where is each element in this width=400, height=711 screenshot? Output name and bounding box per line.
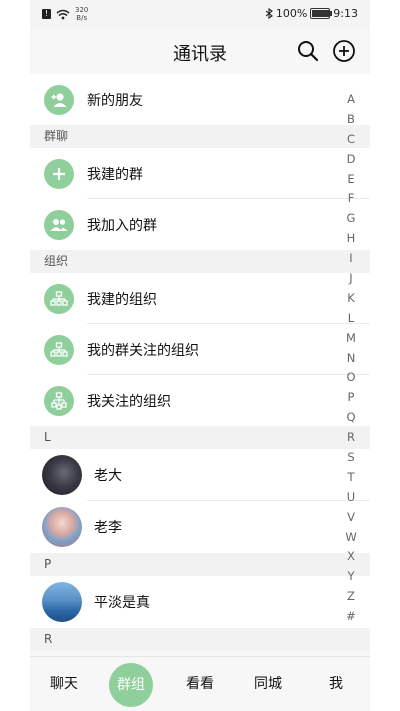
org-chart-icon (44, 283, 74, 314)
index-letter[interactable]: Y (344, 567, 358, 587)
index-letter[interactable]: S (344, 448, 358, 468)
notification-icon: ! (42, 9, 51, 19)
avatar (42, 455, 82, 495)
contact-name: 平淡是真 (94, 595, 150, 611)
index-letter[interactable]: N (344, 349, 358, 369)
bluetooth-icon (265, 8, 273, 19)
section-header-organization: 组织 (30, 250, 370, 273)
avatar (42, 507, 82, 547)
clock: 9:13 (333, 7, 358, 20)
network-speed-value: 320 (75, 6, 89, 14)
section-header-l: L (30, 426, 370, 449)
followed-orgs-label: 我关注的组织 (87, 393, 171, 410)
contact-item[interactable]: 平淡是真 (30, 576, 370, 628)
new-friends-label: 新的朋友 (87, 92, 143, 109)
joined-groups-label: 我加入的群 (87, 217, 157, 234)
index-letter[interactable]: L (344, 309, 358, 329)
tab-groups-label: 群组 (109, 663, 153, 707)
network-speed-unit: B/s (76, 14, 88, 22)
status-bar: ! 320 B/s 100% 9:13 (30, 0, 370, 28)
group-people-icon (44, 209, 74, 240)
followed-orgs-item[interactable]: 我关注的组织 (30, 375, 370, 426)
index-letter[interactable]: I (344, 249, 358, 269)
index-letter[interactable]: Q (344, 408, 358, 428)
index-letter[interactable]: E (344, 170, 358, 190)
index-letter[interactable]: M (344, 329, 358, 349)
index-letter[interactable]: C (344, 130, 358, 150)
contact-list: 新的朋友 群聊 我建的群 我加入的群 组织 我建的组织 我的群关注的组织 我关注… (30, 74, 370, 651)
index-letter[interactable]: R (344, 428, 358, 448)
section-header-p: P (30, 553, 370, 576)
contacts-screen: ! 320 B/s 100% 9:13 通讯录 新的朋友 群聊 我建的群 我加入… (30, 0, 370, 711)
index-letter[interactable]: T (344, 468, 358, 488)
my-created-orgs-label: 我建的组织 (87, 291, 157, 308)
tab-chat-label: 聊天 (50, 676, 78, 692)
section-header-r: R (30, 628, 370, 651)
contact-item[interactable]: 老大 (30, 449, 370, 501)
search-icon[interactable] (296, 39, 320, 63)
tab-discover[interactable]: 看看 (166, 657, 234, 711)
org-chart-icon (44, 385, 74, 416)
tab-me[interactable]: 我 (302, 657, 370, 711)
index-letter[interactable]: A (344, 90, 358, 110)
joined-groups-item[interactable]: 我加入的群 (30, 199, 370, 250)
my-created-orgs-item[interactable]: 我建的组织 (30, 273, 370, 324)
index-letter[interactable]: G (344, 209, 358, 229)
tab-nearby-label: 同城 (254, 676, 282, 692)
index-letter[interactable]: # (344, 607, 358, 627)
plus-circle-icon[interactable] (332, 39, 356, 63)
org-chart-icon (44, 334, 74, 365)
tab-groups[interactable]: 群组 (98, 657, 166, 711)
battery-percent: 100% (275, 7, 308, 20)
network-speed: 320 B/s (75, 6, 88, 22)
bottom-tab-bar: 聊天 群组 看看 同城 我 (30, 656, 370, 711)
index-letter[interactable]: F (344, 189, 358, 209)
tab-chat[interactable]: 聊天 (30, 657, 98, 711)
contact-name: 老大 (94, 468, 122, 484)
index-letter[interactable]: Z (344, 587, 358, 607)
index-letter[interactable]: J (344, 269, 358, 289)
alphabet-index-bar[interactable]: A B C D E F G H I J K L M N O P Q R S T U V W X Y Z # (344, 90, 358, 627)
tab-nearby[interactable]: 同城 (234, 657, 302, 711)
my-created-groups-item[interactable]: 我建的群 (30, 148, 370, 199)
contact-item[interactable]: 老李 (30, 501, 370, 553)
wifi-icon (56, 9, 70, 19)
index-letter[interactable]: P (344, 388, 358, 408)
index-letter[interactable]: D (344, 150, 358, 170)
contact-name: 老李 (94, 520, 122, 536)
plus-icon (44, 158, 74, 189)
index-letter[interactable]: V (344, 508, 358, 528)
group-followed-orgs-label: 我的群关注的组织 (87, 342, 199, 359)
index-letter[interactable]: X (344, 547, 358, 567)
index-letter[interactable]: U (344, 488, 358, 508)
new-friends-item[interactable]: 新的朋友 (30, 74, 370, 125)
battery-fill (312, 10, 331, 17)
battery-icon (310, 8, 333, 19)
index-letter[interactable]: B (344, 110, 358, 130)
add-person-icon (44, 84, 74, 115)
index-letter[interactable]: O (344, 368, 358, 388)
index-letter[interactable]: H (344, 229, 358, 249)
index-letter[interactable]: K (344, 289, 358, 309)
index-letter[interactable]: W (344, 528, 358, 548)
tab-me-label: 我 (329, 676, 343, 692)
my-created-groups-label: 我建的群 (87, 166, 143, 183)
group-followed-orgs-item[interactable]: 我的群关注的组织 (30, 324, 370, 375)
avatar (42, 582, 82, 622)
tab-discover-label: 看看 (186, 676, 214, 692)
section-header-group-chat: 群聊 (30, 125, 370, 148)
app-header: 通讯录 (30, 28, 370, 74)
